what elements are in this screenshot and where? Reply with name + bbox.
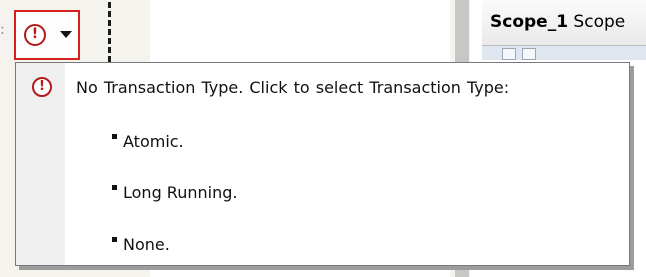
smart-tag-popup: ! No Transaction Type. Click to select T… — [15, 62, 630, 266]
alert-circle-icon: ! — [24, 24, 46, 46]
smart-tag-button[interactable]: ! — [14, 10, 80, 60]
option-label: Atomic. — [123, 132, 184, 151]
ghost-label: : — [0, 22, 5, 38]
scope-name: Scope_1 — [490, 12, 569, 32]
toolbar-icon[interactable] — [522, 48, 536, 60]
bullet-icon — [112, 185, 117, 190]
bullet-icon — [112, 134, 117, 139]
dashed-connector-line — [108, 2, 111, 62]
option-label: None. — [123, 235, 170, 254]
option-atomic[interactable]: Atomic. — [112, 132, 184, 151]
scope-type-label: Scope — [568, 12, 626, 32]
alert-circle-icon: ! — [32, 77, 52, 97]
scope-shape-header[interactable]: Scope_1 Scope — [482, 0, 646, 46]
option-none[interactable]: None. — [112, 235, 170, 254]
popup-message: No Transaction Type. Click to select Tra… — [76, 78, 510, 97]
chevron-down-icon — [60, 31, 72, 38]
option-label: Long Running. — [123, 183, 238, 202]
toolbar-icon[interactable] — [502, 48, 516, 60]
bullet-icon — [112, 237, 117, 242]
scope-shape-toolbar — [482, 46, 646, 60]
option-long-running[interactable]: Long Running. — [112, 183, 237, 202]
